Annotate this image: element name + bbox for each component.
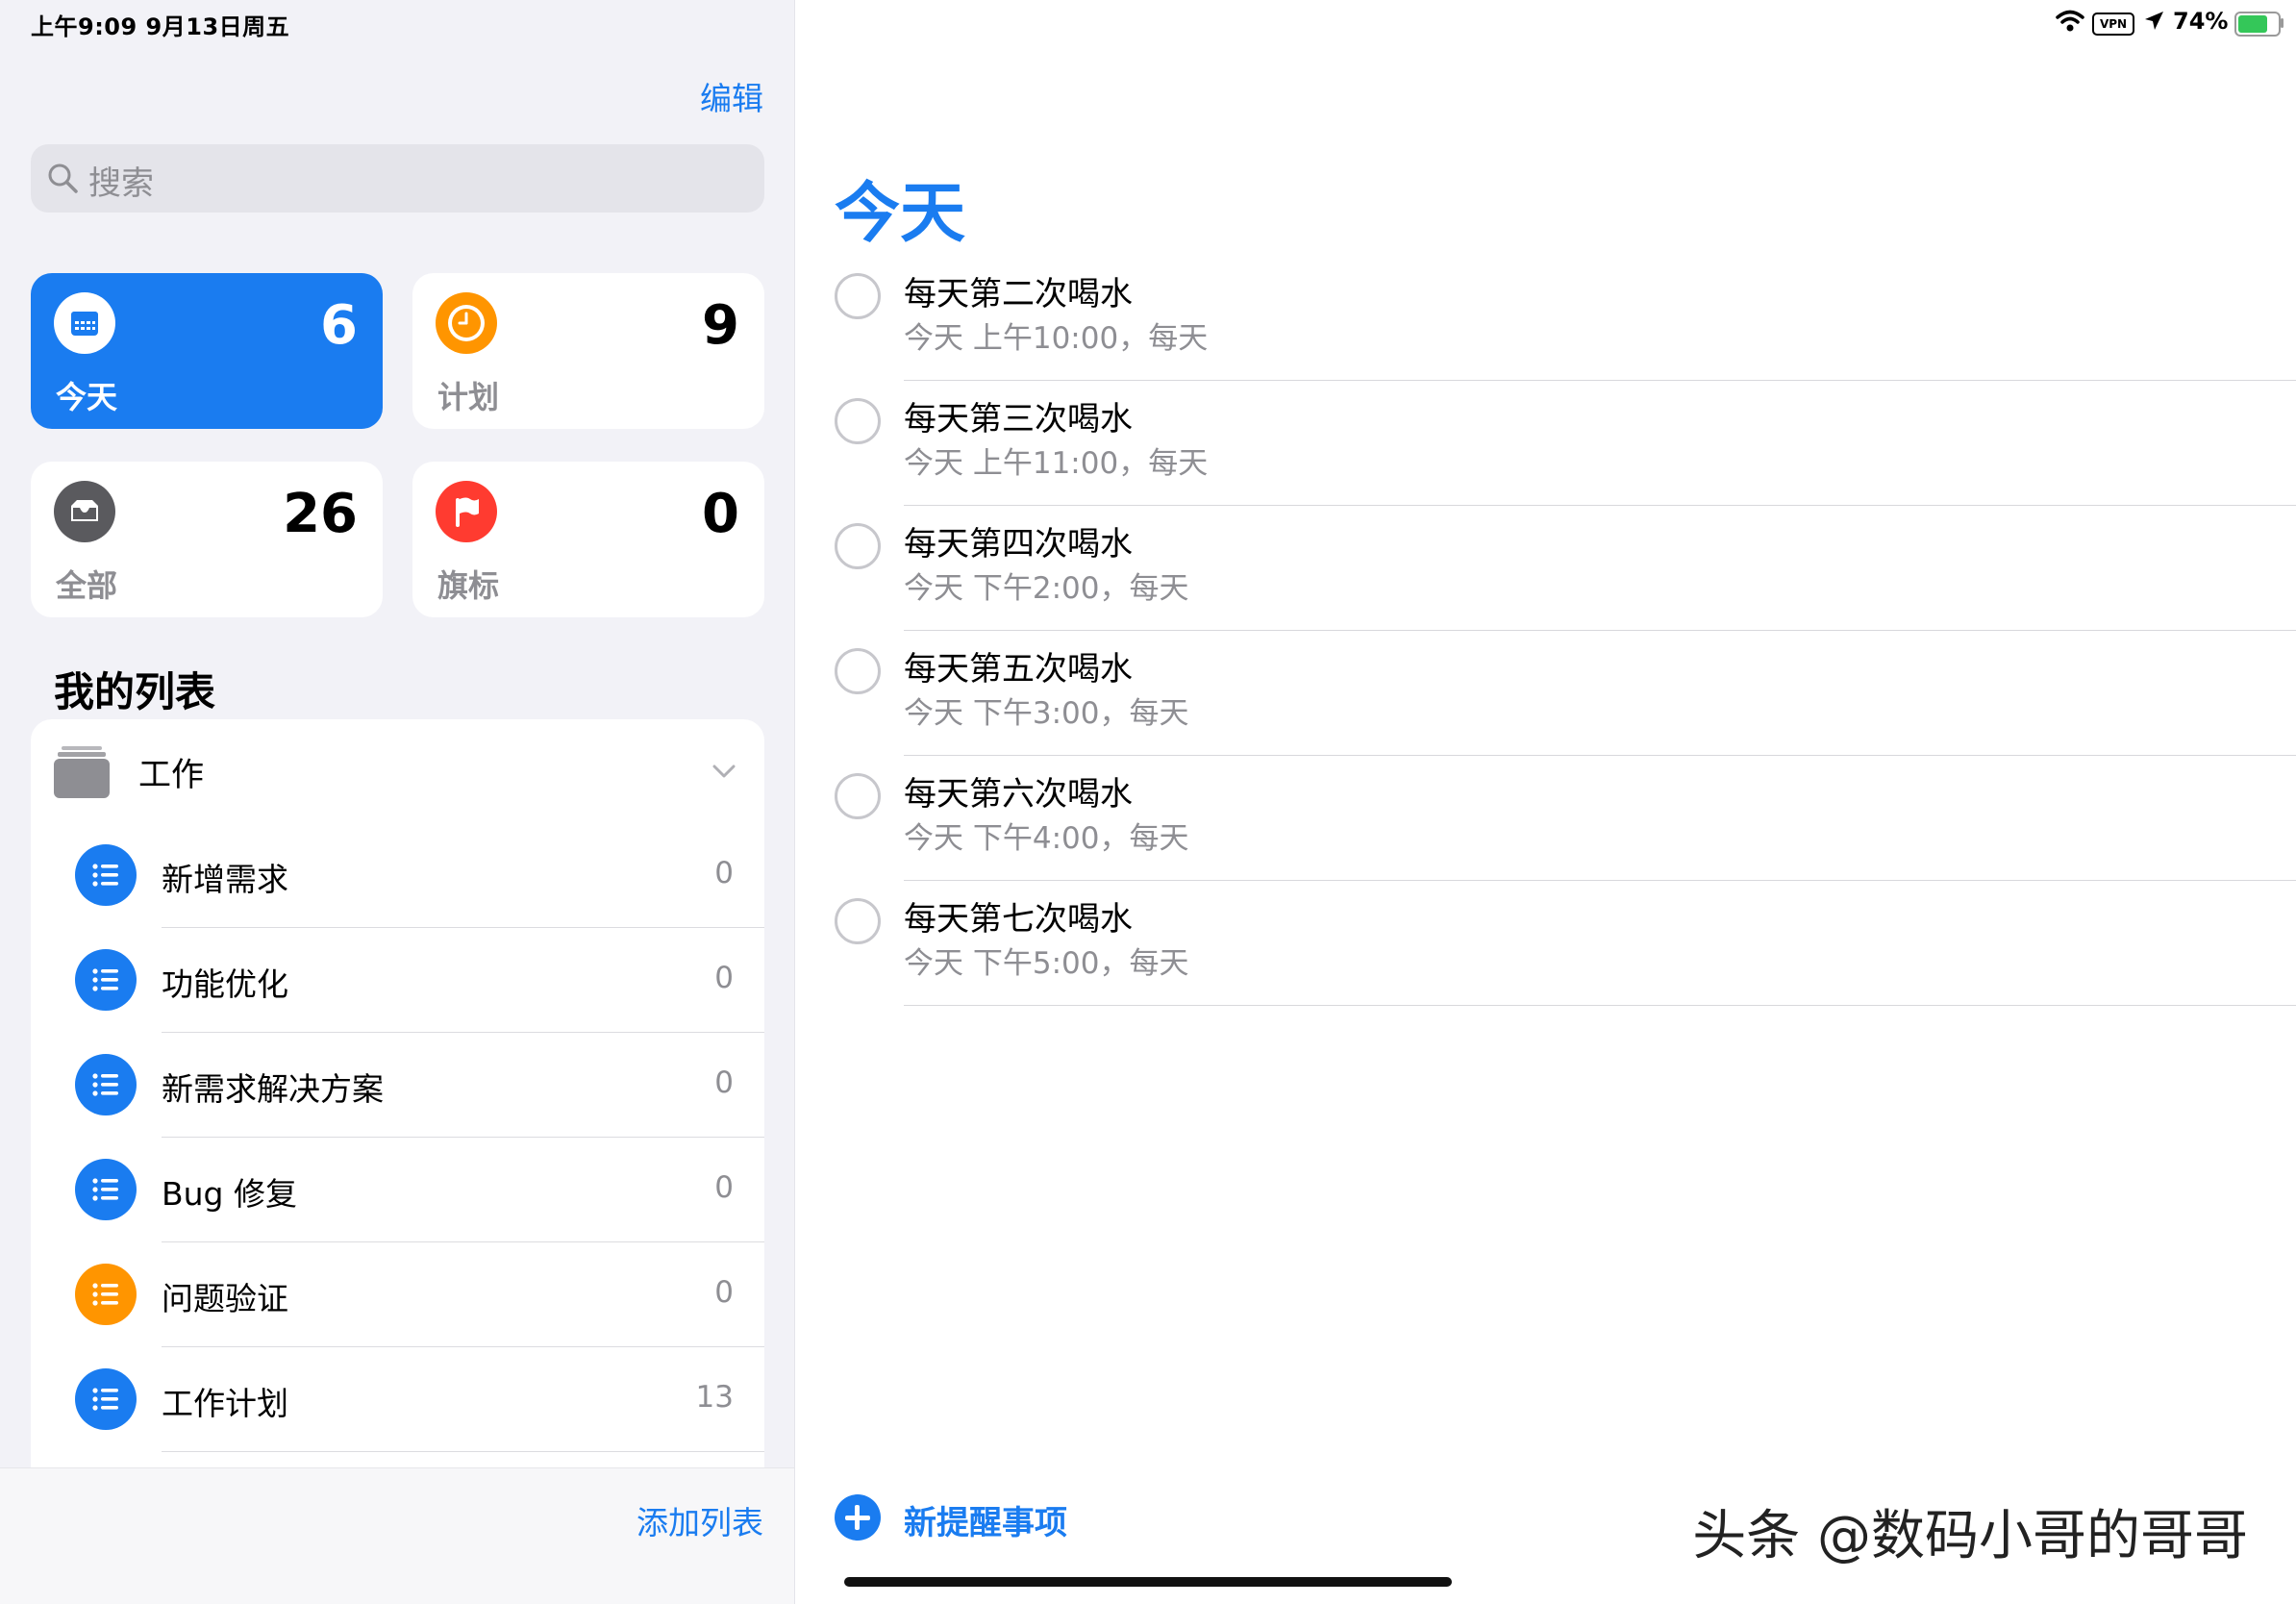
flag-icon (436, 481, 497, 542)
page-title: 今天 (835, 176, 966, 252)
location-arrow-icon (2145, 12, 2163, 30)
complete-checkbox[interactable] (835, 898, 881, 944)
clock-icon (436, 292, 497, 354)
reminder-row[interactable]: 每天第三次喝水今天 上午11:00，每天 (835, 381, 2296, 506)
complete-checkbox[interactable] (835, 773, 881, 819)
reminder-title[interactable]: 每天第七次喝水 (904, 892, 1133, 940)
list-item[interactable]: 问题验证 0 (31, 1242, 764, 1347)
list-item[interactable]: Bug 修复 0 (31, 1138, 764, 1242)
reminder-row[interactable]: 每天第二次喝水今天 上午10:00，每天 (835, 256, 2296, 381)
tile-scheduled-count: 9 (702, 294, 739, 357)
complete-checkbox[interactable] (835, 523, 881, 569)
list-item-count: 0 (714, 1275, 734, 1310)
reminder-title[interactable]: 每天第四次喝水 (904, 517, 1133, 564)
tile-scheduled[interactable]: 9 计划 (412, 273, 764, 429)
complete-checkbox[interactable] (835, 648, 881, 694)
reminder-schedule: 今天 上午11:00，每天 (904, 446, 1209, 481)
list-item-label: Bug 修复 (162, 1175, 297, 1213)
tile-scheduled-label: 计划 (437, 379, 500, 415)
list-item-count: 0 (714, 1170, 734, 1205)
list-item-label: 新需求解决方案 (162, 1070, 384, 1108)
reminder-title[interactable]: 每天第二次喝水 (904, 267, 1133, 314)
home-indicator (844, 1577, 1452, 1587)
battery-icon (2234, 12, 2281, 37)
battery-percentage: 74% (2173, 8, 2229, 35)
list-group-card: 工作 新增需求 0 功能优化 0 新需求解决方案 0 Bug 修复 0 问题验证 0 工作计划 13 (31, 719, 764, 1585)
tile-all-count: 26 (283, 483, 358, 545)
my-lists-heading: 我的列表 (54, 668, 216, 715)
tile-today[interactable]: 6 今天 (31, 273, 383, 429)
tile-flagged[interactable]: 0 旗标 (412, 462, 764, 617)
tile-flagged-label: 旗标 (437, 567, 500, 604)
search-placeholder: 搜索 (88, 164, 154, 203)
list-item[interactable]: 新需求解决方案 0 (31, 1033, 764, 1138)
tray-icon (54, 481, 115, 542)
list-item-label: 问题验证 (162, 1280, 288, 1317)
list-item[interactable]: 功能优化 0 (31, 928, 764, 1033)
list-item-count: 13 (695, 1380, 734, 1415)
wifi-icon (2056, 10, 2084, 32)
reminder-row[interactable]: 每天第四次喝水今天 下午2:00，每天 (835, 506, 2296, 631)
list-group-label: 工作 (138, 756, 204, 794)
search-field[interactable]: 搜索 (31, 144, 764, 213)
reminder-schedule: 今天 下午5:00，每天 (904, 946, 1189, 981)
reminder-schedule: 今天 下午4:00，每天 (904, 821, 1189, 856)
tile-flagged-count: 0 (702, 483, 739, 545)
list-bullet-icon (75, 949, 137, 1011)
list-item-label: 功能优化 (162, 965, 288, 1003)
reminder-schedule: 今天 下午3:00，每天 (904, 696, 1189, 731)
reminder-row[interactable]: 每天第五次喝水今天 下午3:00，每天 (835, 631, 2296, 756)
list-bullet-icon (75, 1368, 137, 1430)
battery-level (2238, 15, 2267, 33)
sidebar-footer: 添加列表 (0, 1467, 794, 1604)
list-bullet-icon (75, 844, 137, 906)
list-item-count: 0 (714, 961, 734, 995)
row-separator (904, 1005, 2296, 1006)
split-divider[interactable] (794, 0, 795, 1604)
edit-button[interactable]: 编辑 (700, 73, 763, 119)
reminder-schedule: 今天 下午2:00，每天 (904, 571, 1189, 606)
list-bullet-icon (75, 1264, 137, 1325)
list-item[interactable]: 工作计划 13 (31, 1347, 764, 1452)
plus-circle-icon (835, 1494, 881, 1541)
list-item[interactable]: 新增需求 0 (31, 823, 764, 928)
list-group-work[interactable]: 工作 (31, 719, 764, 823)
folder-icon (54, 746, 110, 798)
tile-all[interactable]: 26 全部 (31, 462, 383, 617)
list-item-label: 工作计划 (162, 1385, 288, 1422)
tile-all-label: 全部 (56, 567, 118, 604)
search-icon (48, 163, 78, 193)
status-indicators: VPN 74% (2056, 8, 2284, 40)
chevron-down-icon[interactable] (711, 758, 737, 785)
complete-checkbox[interactable] (835, 398, 881, 444)
list-item-label: 新增需求 (162, 861, 288, 898)
tile-today-count: 6 (320, 294, 358, 357)
watermark: 头条 @数码小哥的哥哥 (1692, 1505, 2248, 1567)
calendar-icon (54, 292, 115, 354)
reminder-schedule: 今天 上午10:00，每天 (904, 321, 1209, 356)
new-reminder-label: 新提醒事项 (904, 1504, 1067, 1542)
complete-checkbox[interactable] (835, 273, 881, 319)
reminder-title[interactable]: 每天第五次喝水 (904, 642, 1133, 689)
tile-today-label: 今天 (56, 379, 118, 415)
reminder-row[interactable]: 每天第七次喝水今天 下午5:00，每天 (835, 881, 2296, 1006)
vpn-badge: VPN (2092, 13, 2134, 36)
reminder-title[interactable]: 每天第三次喝水 (904, 392, 1133, 439)
row-separator (162, 1451, 764, 1452)
list-bullet-icon (75, 1159, 137, 1220)
battery-nub (2281, 18, 2284, 28)
list-item-count: 0 (714, 856, 734, 890)
list-bullet-icon (75, 1054, 137, 1115)
status-time: 上午9:09 9月13日周五 (31, 13, 290, 40)
reminder-title[interactable]: 每天第六次喝水 (904, 767, 1133, 815)
add-list-button[interactable]: 添加列表 (636, 1497, 763, 1543)
list-item-count: 0 (714, 1065, 734, 1100)
sidebar: 上午9:09 9月13日周五 编辑 搜索 6 今天 9 计划 26 全部 0 旗… (0, 0, 794, 1604)
reminder-row[interactable]: 每天第六次喝水今天 下午4:00，每天 (835, 756, 2296, 881)
